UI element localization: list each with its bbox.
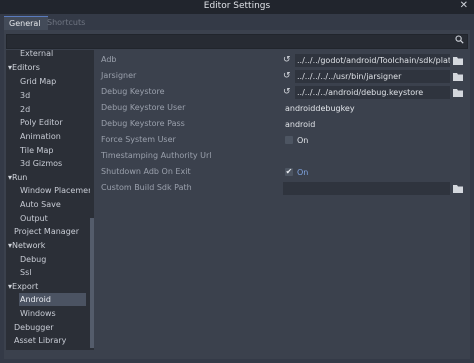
property-label: Debug Keystore User <box>101 103 186 112</box>
tree-section-run[interactable]: ▾Run <box>8 171 27 184</box>
path-field[interactable]: ../../../godot/android/Toolchain/sdk/pla… <box>295 54 450 67</box>
tree-item-3d-gizmos[interactable]: 3d Gizmos <box>20 157 62 170</box>
property-inspector: Adb ↺ ../../../godot/android/Toolchain/s… <box>99 50 466 350</box>
close-icon[interactable]: ✕ <box>460 0 468 11</box>
property-label: Debug Keystore <box>101 87 165 96</box>
checkbox-unchecked[interactable] <box>285 136 293 144</box>
tree-item-auto-save[interactable]: Auto Save <box>20 198 61 211</box>
tree-scrollbar-thumb[interactable] <box>90 218 94 348</box>
property-label: Custom Build Sdk Path <box>101 183 192 192</box>
path-field[interactable]: ../../../../../usr/bin/jarsigner <box>295 70 450 83</box>
tree-section-export[interactable]: ▾Export <box>8 280 38 293</box>
property-row-jarsigner: Jarsigner ↺ ../../../../../usr/bin/jarsi… <box>99 69 466 84</box>
property-row-timestamping-authority-url: Timestamping Authority Url <box>99 149 466 164</box>
path-field[interactable]: ../../../../android/debug.keystore <box>295 86 450 99</box>
search-input[interactable] <box>6 34 468 49</box>
tree-item-project-manager[interactable]: Project Manager <box>14 225 79 238</box>
tree-item-debug[interactable]: Debug <box>20 253 46 266</box>
property-row-debug-keystore-pass: Debug Keystore Pass android <box>99 117 466 132</box>
window-title: Editor Settings <box>203 1 271 11</box>
property-label: Force System User <box>101 135 176 144</box>
property-label: Timestamping Authority Url <box>101 151 212 160</box>
tab-shortcuts[interactable]: Shortcuts <box>42 16 92 30</box>
property-row-debug-keystore: Debug Keystore ↺ ../../../../android/deb… <box>99 85 466 100</box>
checkbox-field[interactable]: ✔ On <box>283 166 466 179</box>
tree-item-poly-editor[interactable]: Poly Editor <box>20 116 63 129</box>
check-icon[interactable]: ✔ <box>285 168 293 176</box>
property-label: Adb <box>101 55 117 64</box>
revert-icon[interactable]: ↺ <box>283 55 293 65</box>
folder-icon[interactable] <box>452 183 464 194</box>
property-label: Shutdown Adb On Exit <box>101 167 191 176</box>
tree-section-editors[interactable]: ▾Editors <box>8 61 40 74</box>
search-icon[interactable] <box>455 35 464 47</box>
property-label: Debug Keystore Pass <box>101 119 185 128</box>
property-row-debug-keystore-user: Debug Keystore User androiddebugkey <box>99 101 466 116</box>
tree-item-external[interactable]: External <box>20 50 53 60</box>
tree-item-grid-map[interactable]: Grid Map <box>20 75 56 88</box>
tree-section-network[interactable]: ▾Network <box>8 239 45 252</box>
tree-item-2d[interactable]: 2d <box>20 103 30 116</box>
tree-item-output[interactable]: Output <box>20 212 48 225</box>
window-titlebar: Editor Settings ✕ <box>0 0 474 14</box>
property-label: Jarsigner <box>101 71 137 80</box>
folder-icon[interactable] <box>452 71 464 82</box>
property-row-shutdown-adb-on-exit: Shutdown Adb On Exit ✔ On <box>99 165 466 180</box>
tree-item-windows[interactable]: Windows <box>20 307 56 320</box>
folder-icon[interactable] <box>452 87 464 98</box>
property-row-force-system-user: Force System User On <box>99 133 466 148</box>
path-field[interactable] <box>283 182 450 195</box>
revert-icon[interactable]: ↺ <box>283 87 293 97</box>
checkbox-field[interactable]: On <box>283 134 466 147</box>
tree-item-animation[interactable]: Animation <box>20 130 61 143</box>
text-field[interactable]: android <box>283 118 466 131</box>
property-row-adb: Adb ↺ ../../../godot/android/Toolchain/s… <box>99 53 466 68</box>
settings-tree: External ▾Editors Grid Map 3d 2d Poly Ed… <box>6 50 94 350</box>
tree-item-ssl[interactable]: Ssl <box>20 266 31 279</box>
tree-item-3d[interactable]: 3d <box>20 89 30 102</box>
tree-item-debugger[interactable]: Debugger <box>14 321 54 334</box>
tree-item-asset-library[interactable]: Asset Library <box>14 334 66 347</box>
tree-item-window-placement[interactable]: Window Placemen <box>20 184 93 197</box>
revert-icon[interactable]: ↺ <box>283 71 293 81</box>
tree-item-tile-map[interactable]: Tile Map <box>20 144 53 157</box>
tree-item-android[interactable]: Android <box>19 293 86 306</box>
text-field[interactable] <box>283 150 466 163</box>
text-field[interactable]: androiddebugkey <box>283 102 466 115</box>
property-row-custom-build-sdk-path: Custom Build Sdk Path <box>99 181 466 196</box>
folder-icon[interactable] <box>452 55 464 66</box>
